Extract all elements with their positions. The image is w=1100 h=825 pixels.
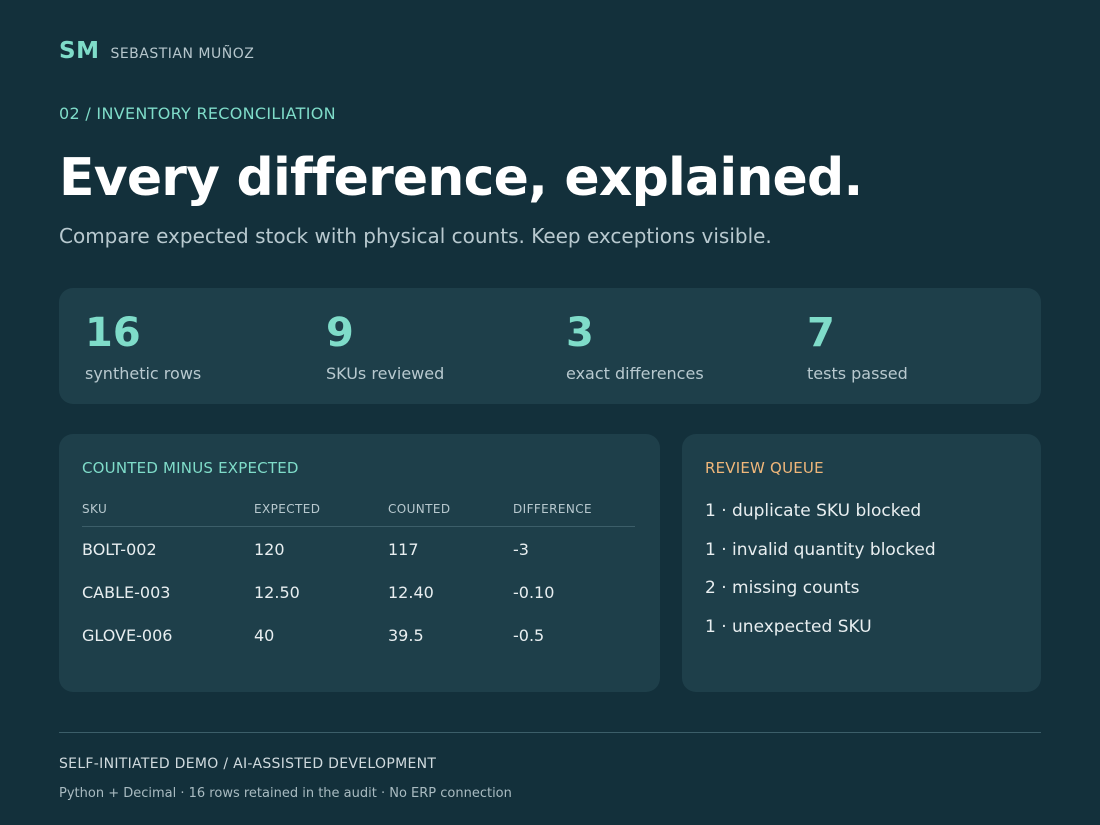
card-title: REVIEW QUEUE <box>705 459 824 477</box>
footer-divider <box>59 732 1041 733</box>
list-item: 1 · duplicate SKU blocked <box>705 501 922 521</box>
stat-label: SKUs reviewed <box>326 364 445 383</box>
stat-value: 16 <box>85 310 141 356</box>
list-item: 1 · invalid quantity blocked <box>705 540 936 560</box>
cell-expected: 120 <box>254 540 285 559</box>
cell-difference: -3 <box>513 540 529 559</box>
brand: SM SEBASTIAN MUÑOZ <box>59 38 254 64</box>
stat-value: 9 <box>326 310 354 356</box>
column-header-counted: COUNTED <box>388 502 451 516</box>
stat-label: tests passed <box>807 364 908 383</box>
stat-label: exact differences <box>566 364 704 383</box>
difference-table-card: COUNTED MINUS EXPECTED SKU EXPECTED COUN… <box>59 434 660 692</box>
cell-counted: 117 <box>388 540 419 559</box>
list-item: 1 · unexpected SKU <box>705 617 872 637</box>
cell-difference: -0.5 <box>513 626 545 645</box>
column-header-expected: EXPECTED <box>254 502 321 516</box>
brand-monogram: SM <box>59 38 100 64</box>
cell-difference: -0.10 <box>513 583 555 602</box>
footer-title: SELF-INITIATED DEMO / AI-ASSISTED DEVELO… <box>59 756 437 772</box>
cell-counted: 39.5 <box>388 626 424 645</box>
table-header-divider <box>82 526 635 527</box>
cell-sku: CABLE-003 <box>82 583 171 602</box>
cell-expected: 12.50 <box>254 583 300 602</box>
card-title: COUNTED MINUS EXPECTED <box>82 459 299 477</box>
cell-sku: BOLT-002 <box>82 540 157 559</box>
stat-label: synthetic rows <box>85 364 202 383</box>
cell-counted: 12.40 <box>388 583 434 602</box>
page-subtitle: Compare expected stock with physical cou… <box>59 224 772 248</box>
stat-value: 7 <box>807 310 835 356</box>
brand-name: SEBASTIAN MUÑOZ <box>110 46 255 62</box>
review-queue-card: REVIEW QUEUE 1 · duplicate SKU blocked 1… <box>682 434 1041 692</box>
column-header-difference: DIFFERENCE <box>513 502 593 516</box>
cell-sku: GLOVE-006 <box>82 626 173 645</box>
slide-page: SM SEBASTIAN MUÑOZ 02 / INVENTORY RECONC… <box>0 0 1100 825</box>
stat-value: 3 <box>566 310 594 356</box>
stats-panel: 16 synthetic rows 9 SKUs reviewed 3 exac… <box>59 288 1041 404</box>
column-header-sku: SKU <box>82 502 108 516</box>
section-label: 02 / INVENTORY RECONCILIATION <box>59 104 336 123</box>
footer-note: Python + Decimal · 16 rows retained in t… <box>59 786 512 801</box>
page-title: Every difference, explained. <box>59 148 863 208</box>
cell-expected: 40 <box>254 626 275 645</box>
list-item: 2 · missing counts <box>705 578 860 598</box>
